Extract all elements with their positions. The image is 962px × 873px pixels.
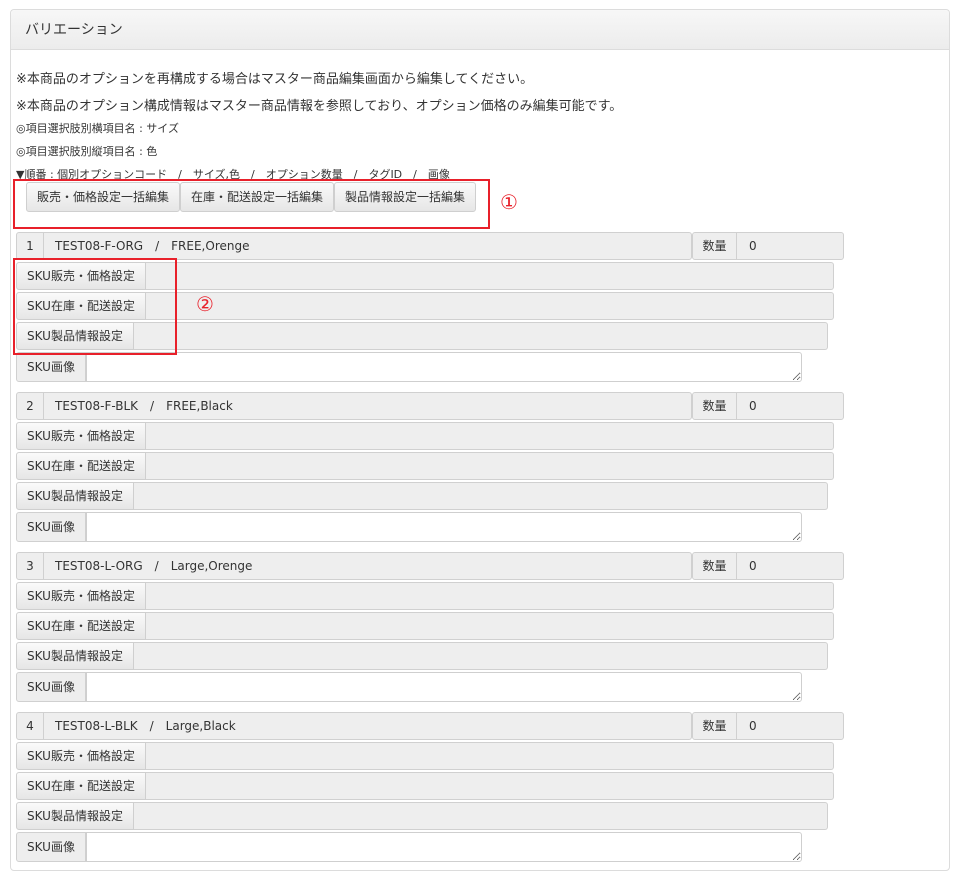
bulk-sales-price-button[interactable]: 販売・価格設定一括編集 xyxy=(26,182,180,212)
qty-label: 数量 xyxy=(693,553,737,579)
sku-image-label: SKU画像 xyxy=(16,832,86,862)
sku-stock-shipping-button[interactable]: SKU在庫・配送設定 xyxy=(16,612,146,640)
sku-image-label: SKU画像 xyxy=(16,512,86,542)
note-editable: ※本商品のオプション構成情報はマスター商品情報を参照しており、オプション価格のみ… xyxy=(16,99,623,114)
qty-label: 数量 xyxy=(693,393,737,419)
sku-stock-shipping-area xyxy=(146,452,834,480)
bulk-stock-shipping-button[interactable]: 在庫・配送設定一括編集 xyxy=(180,182,334,212)
sku-code-line: TEST08-L-BLK / Large,Black xyxy=(55,719,236,733)
annotation-number-2: ② xyxy=(196,292,214,316)
sku-code-bar: 2 TEST08-F-BLK / FREE,Black xyxy=(16,392,692,420)
sku-stock-shipping-button[interactable]: SKU在庫・配送設定 xyxy=(16,292,146,320)
sku-code-bar: 4 TEST08-L-BLK / Large,Black xyxy=(16,712,692,740)
sku-image-textarea[interactable] xyxy=(86,832,802,862)
sku-product-info-area xyxy=(134,482,828,510)
sku-qty-bar: 数量 0 xyxy=(692,712,844,740)
sku-stock-shipping-area xyxy=(146,292,834,320)
sku-stock-shipping-button[interactable]: SKU在庫・配送設定 xyxy=(16,452,146,480)
sku-product-info-button[interactable]: SKU製品情報設定 xyxy=(16,482,134,510)
qty-value: 0 xyxy=(749,239,757,253)
sku-header: 2 TEST08-F-BLK / FREE,Black 数量 0 xyxy=(16,392,846,420)
sku-stock-shipping-area xyxy=(146,772,834,800)
sku-code-line: TEST08-F-BLK / FREE,Black xyxy=(55,399,233,413)
sku-number: 1 xyxy=(17,233,44,259)
sku-product-info-button[interactable]: SKU製品情報設定 xyxy=(16,322,134,350)
note-reconfigure: ※本商品のオプションを再構成する場合はマスター商品編集画面から編集してください。 xyxy=(16,72,534,87)
sku-image-textarea[interactable] xyxy=(86,672,802,702)
sku-product-info-button[interactable]: SKU製品情報設定 xyxy=(16,802,134,830)
sku-block: 2 TEST08-F-BLK / FREE,Black 数量 0 SKU販売・価… xyxy=(16,392,846,542)
note-order: ▼順番 : 個別オプションコード / サイズ,色 / オプション数量 / タグI… xyxy=(16,168,450,181)
qty-label: 数量 xyxy=(693,233,737,259)
qty-value: 0 xyxy=(749,399,757,413)
sku-stock-shipping-area xyxy=(146,612,834,640)
sku-code-line: TEST08-F-ORG / FREE,Orenge xyxy=(55,239,250,253)
sku-sales-price-button[interactable]: SKU販売・価格設定 xyxy=(16,582,146,610)
sku-code-bar: 3 TEST08-L-ORG / Large,Orenge xyxy=(16,552,692,580)
sku-qty-bar: 数量 0 xyxy=(692,392,844,420)
sku-image-textarea[interactable] xyxy=(86,512,802,542)
sku-block: 4 TEST08-L-BLK / Large,Black 数量 0 SKU販売・… xyxy=(16,712,846,862)
note-horizontal-item: ◎項目選択肢別横項目名 : サイズ xyxy=(16,122,179,135)
qty-value: 0 xyxy=(749,559,757,573)
note-vertical-item: ◎項目選択肢別縦項目名 : 色 xyxy=(16,145,158,158)
sku-image-row: SKU画像 xyxy=(16,832,802,862)
sku-header: 4 TEST08-L-BLK / Large,Black 数量 0 xyxy=(16,712,846,740)
sku-sales-price-area xyxy=(146,742,834,770)
sku-sales-price-button[interactable]: SKU販売・価格設定 xyxy=(16,742,146,770)
sku-sales-price-area xyxy=(146,262,834,290)
sku-qty-bar: 数量 0 xyxy=(692,232,844,260)
panel-title: バリエーション xyxy=(11,10,949,50)
sku-image-row: SKU画像 xyxy=(16,352,802,382)
sku-header: 1 TEST08-F-ORG / FREE,Orenge 数量 0 xyxy=(16,232,846,260)
sku-product-info-area xyxy=(134,802,828,830)
sku-header: 3 TEST08-L-ORG / Large,Orenge 数量 0 xyxy=(16,552,846,580)
bulk-edit-toolbar: 販売・価格設定一括編集 在庫・配送設定一括編集 製品情報設定一括編集 xyxy=(16,182,476,212)
sku-image-textarea[interactable] xyxy=(86,352,802,382)
sku-number: 4 xyxy=(17,713,44,739)
sku-product-info-button[interactable]: SKU製品情報設定 xyxy=(16,642,134,670)
sku-number: 2 xyxy=(17,393,44,419)
qty-value: 0 xyxy=(749,719,757,733)
sku-code-bar: 1 TEST08-F-ORG / FREE,Orenge xyxy=(16,232,692,260)
sku-block: 1 TEST08-F-ORG / FREE,Orenge 数量 0 SKU販売・… xyxy=(16,232,846,382)
sku-sales-price-button[interactable]: SKU販売・価格設定 xyxy=(16,422,146,450)
sku-product-info-area xyxy=(134,322,828,350)
sku-number: 3 xyxy=(17,553,44,579)
sku-product-info-area xyxy=(134,642,828,670)
sku-image-label: SKU画像 xyxy=(16,352,86,382)
sku-sales-price-area xyxy=(146,582,834,610)
sku-image-row: SKU画像 xyxy=(16,512,802,542)
sku-stock-shipping-button[interactable]: SKU在庫・配送設定 xyxy=(16,772,146,800)
sku-block: 3 TEST08-L-ORG / Large,Orenge 数量 0 SKU販売… xyxy=(16,552,846,702)
bulk-product-info-button[interactable]: 製品情報設定一括編集 xyxy=(334,182,476,212)
annotation-number-1: ① xyxy=(500,190,518,214)
sku-code-line: TEST08-L-ORG / Large,Orenge xyxy=(55,559,253,573)
sku-sales-price-area xyxy=(146,422,834,450)
sku-image-label: SKU画像 xyxy=(16,672,86,702)
sku-qty-bar: 数量 0 xyxy=(692,552,844,580)
sku-sales-price-button[interactable]: SKU販売・価格設定 xyxy=(16,262,146,290)
sku-image-row: SKU画像 xyxy=(16,672,802,702)
qty-label: 数量 xyxy=(693,713,737,739)
